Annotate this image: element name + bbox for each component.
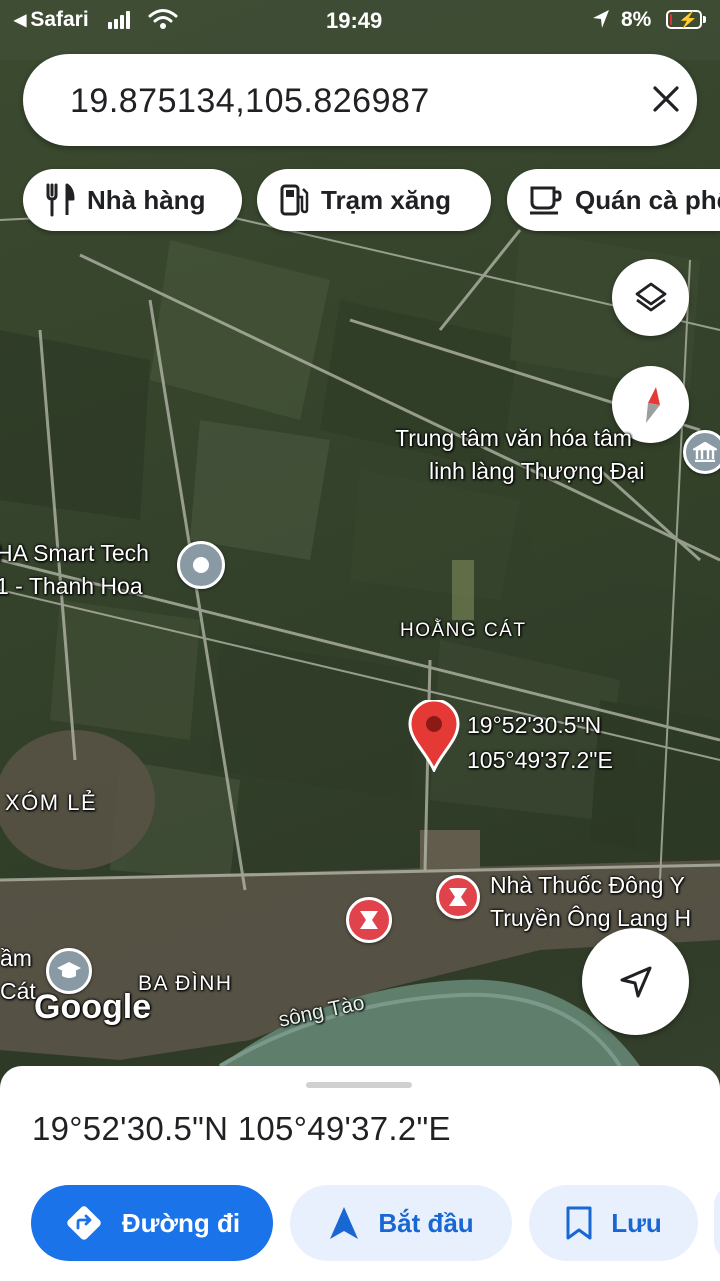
map-label-culture-center[interactable]: Trung tâm văn hóa tâm [395, 425, 632, 452]
google-logo: Google [34, 988, 152, 1026]
chip-label: Quán cà phê [575, 184, 720, 215]
chip-restaurants[interactable]: Nhà hàng [23, 169, 242, 231]
search-query[interactable]: 19.875134,105.826987 [70, 82, 430, 121]
coffee-cup-icon [530, 186, 562, 215]
charging-bolt-icon: ⚡ [678, 12, 698, 29]
map-label-ba-dinh: BA ĐÌNH [138, 972, 233, 995]
signal-icon [108, 11, 130, 29]
chip-gas-stations[interactable]: Trạm xăng [257, 169, 491, 231]
start-label: Bắt đầu [378, 1207, 474, 1238]
layers-button[interactable] [612, 259, 689, 336]
save-button[interactable]: Lưu [529, 1185, 698, 1261]
back-app-label: Safari [30, 8, 89, 31]
directions-button[interactable]: Đường đi [31, 1185, 273, 1261]
back-to-app[interactable]: ◀ Safari [14, 8, 89, 32]
more-actions-button[interactable] [714, 1185, 720, 1261]
drag-handle[interactable] [306, 1082, 412, 1088]
fork-knife-icon [46, 183, 75, 217]
battery-fill [670, 14, 672, 25]
chip-label: Nhà hàng [87, 184, 206, 215]
landmark-icon[interactable] [683, 430, 720, 474]
map-label-culture-center-2[interactable]: linh làng Thượng Đại [429, 458, 644, 485]
place-pin-icon[interactable] [177, 541, 225, 589]
pharmacy-icon[interactable] [346, 897, 392, 943]
status-bar: ◀ Safari 19:49 8% ⚡ [0, 0, 720, 40]
bookmark-icon [566, 1206, 592, 1240]
directions-label: Đường đi [121, 1207, 241, 1238]
save-label: Lưu [611, 1207, 662, 1238]
dropped-pin-icon[interactable] [408, 700, 460, 772]
my-location-button[interactable] [582, 928, 689, 1035]
map-label-hoang-cat: HOẰNG CÁT [400, 620, 527, 641]
map-label-smart-tech[interactable]: HA Smart Tech [0, 540, 149, 567]
gas-pump-icon [280, 184, 309, 216]
battery-percent: 8% [621, 8, 652, 31]
place-bottom-sheet[interactable]: 19°52'30.5"N 105°49'37.2"E Đường đi Bắt … [0, 1066, 720, 1281]
start-button[interactable]: Bắt đầu [290, 1185, 512, 1261]
clear-icon[interactable] [651, 84, 681, 114]
chip-coffee[interactable]: Quán cà phê [507, 169, 720, 231]
pin-longitude-label: 105°49'37.2"E [467, 747, 613, 773]
map-label-school-2[interactable]: Cát [0, 978, 36, 1005]
location-arrow-icon [593, 10, 609, 28]
clock: 19:49 [326, 8, 383, 33]
wifi-icon [148, 9, 178, 29]
back-arrow-icon: ◀ [14, 12, 27, 29]
map-label-school[interactable]: ầm [0, 945, 32, 972]
layers-icon [635, 282, 666, 311]
map-label-pharmacy[interactable]: Nhà Thuốc Đông Y [490, 872, 685, 899]
search-bar[interactable]: 19.875134,105.826987 [23, 54, 697, 146]
map-label-smart-tech-2[interactable]: 1 - Thanh Hoa [0, 573, 143, 600]
compass-icon [645, 386, 660, 423]
place-coordinates: 19°52'30.5"N 105°49'37.2"E [32, 1110, 451, 1147]
pin-latitude-label: 19°52'30.5"N [467, 712, 602, 738]
map-label-pharmacy-2[interactable]: Truyền Ông Lang H [490, 905, 691, 932]
navigation-arrow-icon [330, 1207, 359, 1239]
navigation-arrow-icon [620, 966, 651, 997]
directions-icon [67, 1206, 101, 1240]
pharmacy-icon[interactable] [436, 875, 480, 919]
map-label-xom-le: XÓM LẺ [5, 790, 98, 815]
chip-label: Trạm xăng [321, 184, 452, 215]
battery-icon: ⚡ [666, 10, 706, 29]
